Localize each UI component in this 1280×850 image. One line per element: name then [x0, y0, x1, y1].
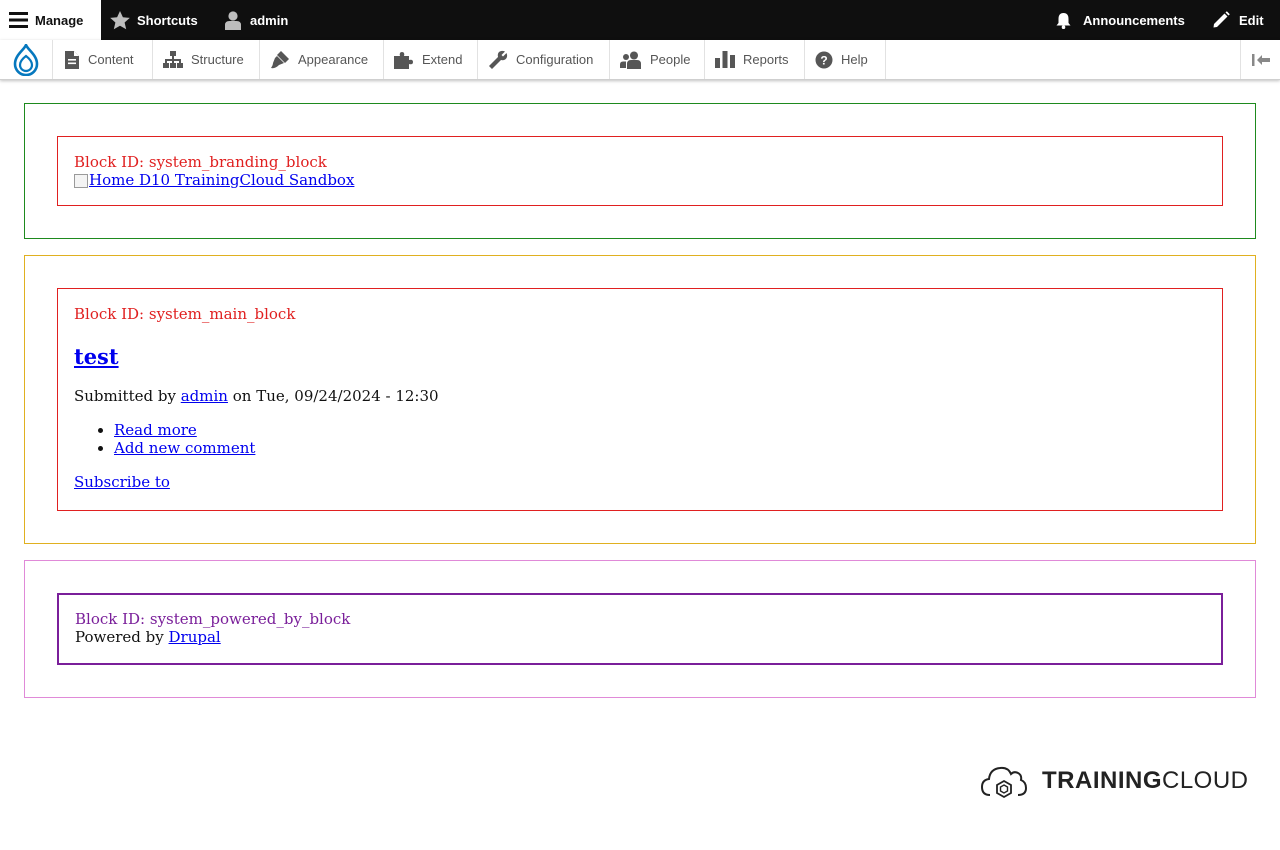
- broken-image-icon: [74, 174, 88, 188]
- tray-item-extend[interactable]: Extend: [384, 40, 478, 79]
- block-id-label: Block ID: system_branding_block: [74, 153, 327, 171]
- manage-label: Manage: [35, 12, 84, 28]
- puzzle-icon: [394, 51, 414, 69]
- tray-item-label: Extend: [422, 52, 463, 67]
- tray-item-help[interactable]: ? Help: [805, 40, 886, 79]
- submitted-info: Submitted by admin on Tue, 09/24/2024 - …: [74, 387, 1206, 405]
- tray-item-label: Reports: [743, 52, 789, 67]
- announcements-tab[interactable]: Announcements: [1055, 0, 1185, 40]
- tray-item-configuration[interactable]: Configuration: [478, 40, 610, 79]
- shortcuts-label: Shortcuts: [137, 12, 198, 28]
- wordmark-light: CLOUD: [1162, 767, 1249, 794]
- star-icon: [110, 10, 130, 30]
- user-label: admin: [250, 12, 289, 28]
- tray-item-structure[interactable]: Structure: [153, 40, 260, 79]
- tray-item-label: Help: [841, 52, 868, 67]
- read-more-link[interactable]: Read more: [114, 421, 197, 439]
- region-footer: Block ID: system_powered_by_block Powere…: [24, 560, 1256, 698]
- tray-item-label: Content: [88, 52, 134, 67]
- tray-item-appearance[interactable]: Appearance: [260, 40, 384, 79]
- block-id-label: Block ID: system_powered_by_block: [75, 610, 351, 628]
- trainingcloud-logo: TRAININGCLOUD: [980, 760, 1249, 802]
- cloud-icon: [980, 761, 1028, 801]
- drupal-home-link[interactable]: [0, 40, 53, 79]
- author-link[interactable]: admin: [181, 387, 228, 405]
- help-icon: ?: [815, 51, 833, 69]
- wordmark-bold: TRAINING: [1042, 767, 1162, 794]
- sitemap-icon: [163, 50, 183, 69]
- announcements-label: Announcements: [1083, 12, 1185, 28]
- region-content: Block ID: system_main_block test Submitt…: [24, 255, 1256, 544]
- tray-item-label: Configuration: [516, 52, 594, 67]
- tray-orientation-toggle[interactable]: [1240, 40, 1280, 79]
- wrench-icon: [488, 50, 508, 69]
- bar-chart-icon: [715, 51, 735, 68]
- manage-tab[interactable]: Manage: [0, 0, 101, 40]
- site-home-link[interactable]: Home D10 TrainingCloud Sandbox: [74, 171, 354, 189]
- tray-item-reports[interactable]: Reports: [705, 40, 805, 79]
- tray-item-content[interactable]: Content: [54, 40, 153, 79]
- bell-icon: [1055, 12, 1072, 29]
- tray-item-label: Appearance: [298, 52, 369, 67]
- node-title-link[interactable]: test: [74, 344, 119, 369]
- submitted-prefix: Submitted by: [74, 387, 176, 405]
- paintbrush-icon: [270, 50, 290, 69]
- add-comment-link[interactable]: Add new comment: [114, 439, 255, 457]
- admin-toolbar: Manage Shortcuts admin Announcements Edi…: [0, 0, 1280, 40]
- admin-tray: Content Structure Appearance Extend Conf…: [0, 40, 1280, 80]
- tray-item-label: People: [650, 52, 691, 67]
- node-title: test: [74, 344, 1206, 370]
- shortcuts-tab[interactable]: Shortcuts: [110, 0, 198, 40]
- site-logo-alt-text: Home D10 TrainingCloud Sandbox: [89, 171, 355, 189]
- powered-by-text: Powered by Drupal: [75, 628, 1205, 646]
- powered-by-prefix: Powered by: [75, 628, 164, 646]
- collapse-arrow-icon: [1251, 53, 1270, 66]
- file-icon: [64, 50, 80, 69]
- user-tab[interactable]: admin: [224, 0, 288, 40]
- people-icon: [620, 51, 642, 69]
- trainingcloud-wordmark: TRAININGCLOUD: [1042, 767, 1249, 795]
- edit-tab[interactable]: Edit: [1212, 0, 1264, 40]
- pencil-icon: [1212, 11, 1230, 29]
- edit-label: Edit: [1239, 12, 1264, 28]
- list-item: Add new comment: [114, 439, 1206, 457]
- powered-by-block: Block ID: system_powered_by_block Powere…: [57, 593, 1223, 665]
- node-links: Read more Add new comment: [74, 421, 1206, 457]
- tray-item-people[interactable]: People: [610, 40, 705, 79]
- region-header: Block ID: system_branding_block Home D10…: [24, 103, 1256, 239]
- svg-text:?: ?: [820, 53, 827, 67]
- main-content-block: Block ID: system_main_block test Submitt…: [57, 288, 1223, 511]
- branding-block: Block ID: system_branding_block Home D10…: [57, 136, 1223, 206]
- drupal-logo-icon: [13, 43, 39, 76]
- drupal-link[interactable]: Drupal: [169, 628, 221, 646]
- hamburger-menu-icon: [9, 12, 28, 28]
- subscribe-link[interactable]: Subscribe to: [74, 473, 170, 491]
- tray-item-label: Structure: [191, 52, 244, 67]
- list-item: Read more: [114, 421, 1206, 439]
- block-id-label: Block ID: system_main_block: [74, 305, 296, 323]
- submitted-date: on Tue, 09/24/2024 - 12:30: [232, 387, 439, 405]
- user-icon: [224, 10, 242, 30]
